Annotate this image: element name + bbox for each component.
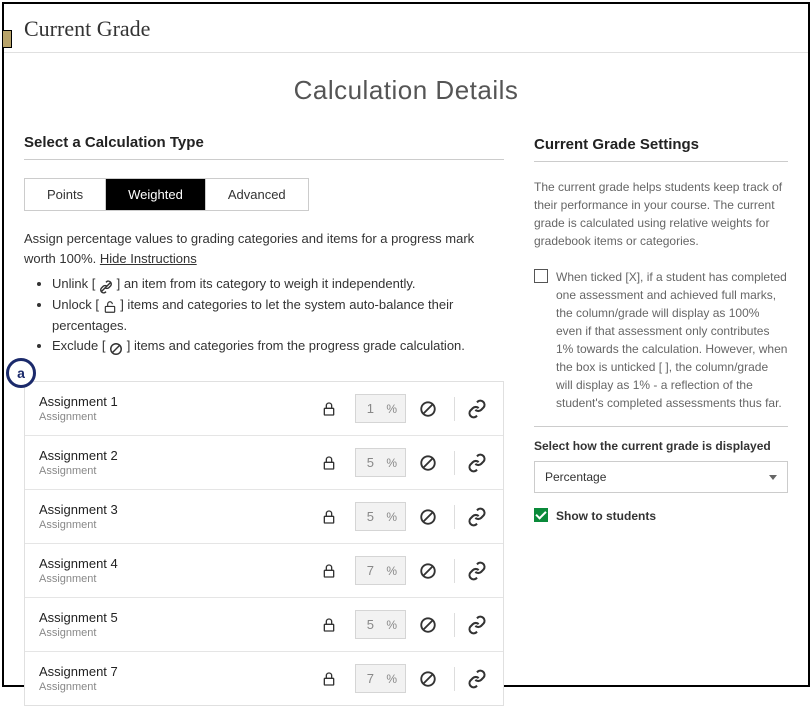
- relative-calc-checkbox[interactable]: [534, 269, 548, 283]
- percent-unit: %: [384, 396, 405, 422]
- lock-icon[interactable]: [317, 667, 341, 691]
- weight-input-group: %: [355, 448, 406, 477]
- tab-points[interactable]: Points: [25, 179, 106, 210]
- weight-input[interactable]: [356, 395, 384, 422]
- weight-input[interactable]: [356, 557, 384, 584]
- display-mode-label: Select how the current grade is displaye…: [534, 439, 788, 453]
- weight-input[interactable]: [356, 449, 384, 476]
- select-calc-type-heading: Select a Calculation Type: [24, 134, 504, 160]
- divider: [454, 451, 455, 475]
- link-icon[interactable]: [465, 613, 489, 637]
- weight-input[interactable]: [356, 611, 384, 638]
- link-icon[interactable]: [465, 505, 489, 529]
- caret-down-icon: [769, 475, 777, 480]
- assignment-row: Assignment 5 Assignment %: [25, 598, 503, 652]
- weight-input[interactable]: [356, 503, 384, 530]
- settings-heading: Current Grade Settings: [534, 136, 788, 162]
- link-icon[interactable]: [465, 559, 489, 583]
- lock-icon[interactable]: [317, 397, 341, 421]
- annotation-callout-a: a: [6, 358, 36, 388]
- exclude-icon[interactable]: [416, 451, 440, 475]
- link-icon[interactable]: [465, 451, 489, 475]
- settings-description: The current grade helps students keep tr…: [534, 178, 788, 250]
- side-tab-handle[interactable]: [2, 30, 12, 48]
- exclude-icon: [109, 342, 123, 356]
- percent-unit: %: [384, 558, 405, 584]
- tab-weighted[interactable]: Weighted: [106, 179, 206, 210]
- page-header: Current Grade: [4, 4, 808, 53]
- divider: [454, 667, 455, 691]
- lock-icon[interactable]: [317, 613, 341, 637]
- calculation-details-title: Calculation Details: [4, 53, 808, 134]
- instruction-exclude: Exclude [ ] items and categories from th…: [52, 336, 504, 357]
- weight-input-group: %: [355, 610, 406, 639]
- assignment-category: Assignment: [39, 519, 311, 531]
- exclude-icon[interactable]: [416, 559, 440, 583]
- instruction-unlink: Unlink [ ] an item from its category to …: [52, 274, 504, 295]
- lock-icon[interactable]: [317, 451, 341, 475]
- divider: [454, 613, 455, 637]
- exclude-icon[interactable]: [416, 667, 440, 691]
- assignment-name: Assignment 5: [39, 610, 311, 625]
- lock-icon[interactable]: [317, 505, 341, 529]
- calc-type-tabs: Points Weighted Advanced: [24, 178, 309, 211]
- divider: [454, 559, 455, 583]
- show-to-students-label: Show to students: [556, 507, 656, 525]
- exclude-icon[interactable]: [416, 397, 440, 421]
- link-icon[interactable]: [465, 397, 489, 421]
- assignment-category: Assignment: [39, 627, 311, 639]
- percent-unit: %: [384, 504, 405, 530]
- display-mode-value: Percentage: [545, 470, 606, 484]
- assignment-category: Assignment: [39, 681, 311, 693]
- assignment-row: Assignment 3 Assignment %: [25, 490, 503, 544]
- assignment-name: Assignment 2: [39, 448, 311, 463]
- assignment-name: Assignment 4: [39, 556, 311, 571]
- unlink-icon: [99, 280, 113, 294]
- hide-instructions-link[interactable]: Hide Instructions: [100, 251, 197, 266]
- divider: [454, 505, 455, 529]
- exclude-icon[interactable]: [416, 505, 440, 529]
- assignment-category: Assignment: [39, 573, 311, 585]
- link-icon[interactable]: [465, 667, 489, 691]
- weight-input-group: %: [355, 502, 406, 531]
- page-title: Current Grade: [24, 16, 788, 42]
- instructions-block: Assign percentage values to grading cate…: [24, 229, 504, 357]
- assignment-list: Assignment 1 Assignment % Assignment 2 A…: [24, 381, 504, 706]
- tab-advanced[interactable]: Advanced: [206, 179, 308, 210]
- instructions-lead: Assign percentage values to grading cate…: [24, 231, 474, 266]
- unlock-icon: [103, 300, 117, 314]
- relative-calc-label: When ticked [X], if a student has comple…: [556, 268, 788, 412]
- divider: [454, 397, 455, 421]
- instruction-unlock: Unlock [ ] items and categories to let t…: [52, 295, 504, 337]
- percent-unit: %: [384, 450, 405, 476]
- percent-unit: %: [384, 612, 405, 638]
- assignment-row: Assignment 7 Assignment %: [25, 652, 503, 705]
- assignment-category: Assignment: [39, 411, 311, 423]
- display-mode-dropdown[interactable]: Percentage: [534, 461, 788, 493]
- divider: [534, 426, 788, 427]
- assignment-name: Assignment 1: [39, 394, 311, 409]
- weight-input-group: %: [355, 556, 406, 585]
- assignment-row: Assignment 2 Assignment %: [25, 436, 503, 490]
- assignment-name: Assignment 3: [39, 502, 311, 517]
- assignment-row: Assignment 1 Assignment %: [25, 382, 503, 436]
- assignment-name: Assignment 7: [39, 664, 311, 679]
- weight-input-group: %: [355, 394, 406, 423]
- lock-icon[interactable]: [317, 559, 341, 583]
- assignment-row: Assignment 4 Assignment %: [25, 544, 503, 598]
- show-to-students-checkbox[interactable]: [534, 508, 548, 522]
- assignment-category: Assignment: [39, 465, 311, 477]
- percent-unit: %: [384, 666, 405, 692]
- exclude-icon[interactable]: [416, 613, 440, 637]
- weight-input[interactable]: [356, 665, 384, 692]
